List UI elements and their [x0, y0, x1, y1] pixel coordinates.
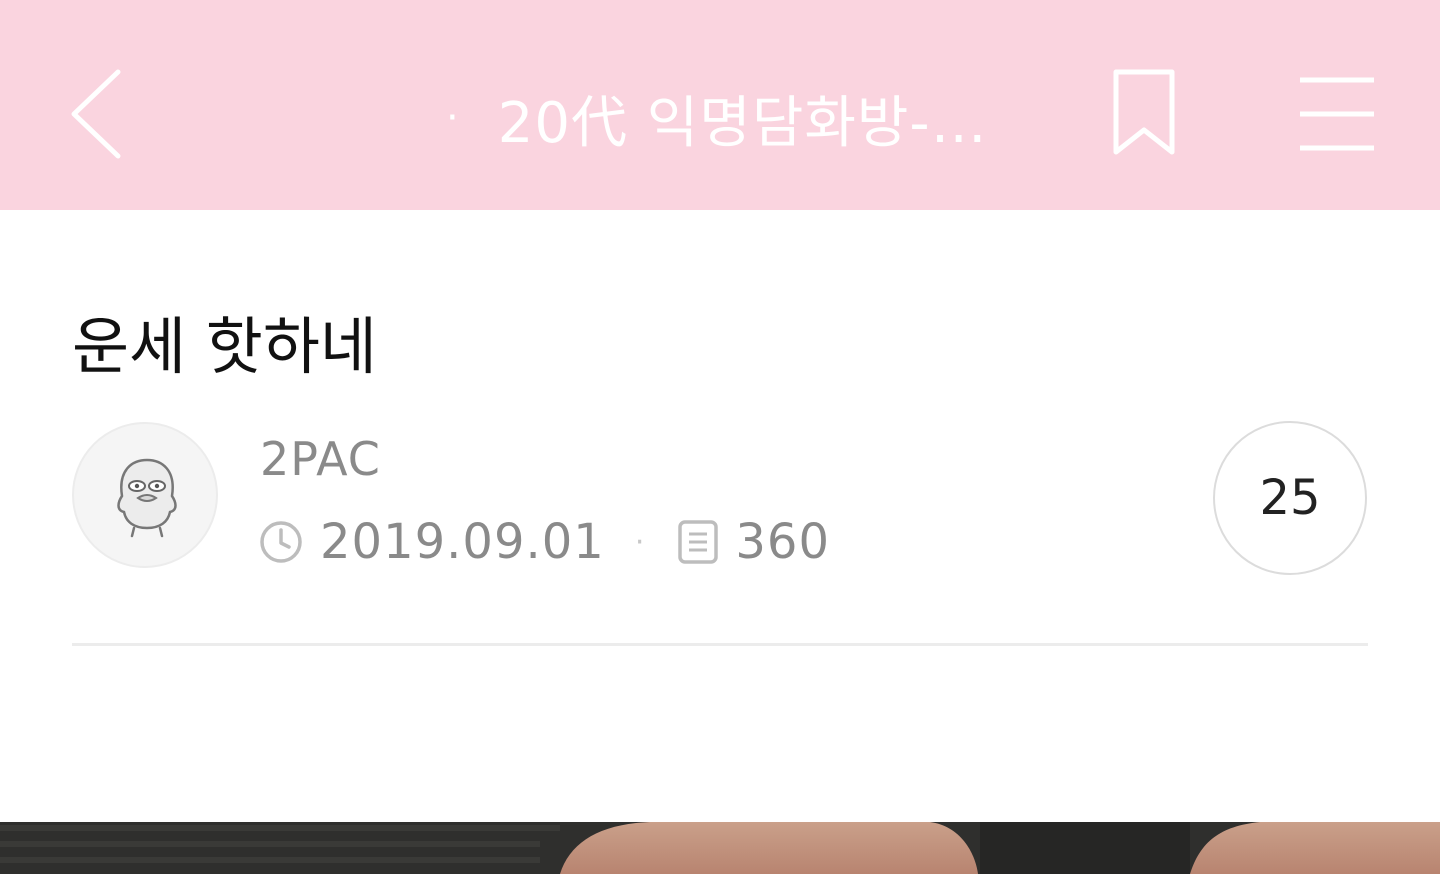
- app-header: · 20代 익명담화방-…: [0, 0, 1440, 210]
- avatar[interactable]: [72, 422, 218, 568]
- comment-count: 25: [1259, 470, 1321, 526]
- views-icon: [678, 520, 719, 564]
- bookmark-icon: [1113, 69, 1175, 155]
- character-avatar-icon: [117, 458, 177, 538]
- view-count: 360: [735, 514, 830, 570]
- bookmark-button[interactable]: [1104, 66, 1184, 162]
- menu-icon: [1300, 77, 1374, 151]
- post-date: 2019.09.01: [320, 514, 605, 570]
- comment-count-button[interactable]: 25: [1213, 421, 1367, 575]
- title-dot: ·: [446, 95, 460, 141]
- post-title: 운세 핫하네: [72, 310, 377, 383]
- menu-button[interactable]: [1292, 70, 1384, 158]
- board-title[interactable]: · 20代 익명담화방-…: [440, 74, 1040, 162]
- back-button[interactable]: [60, 62, 140, 166]
- post-content-image: [0, 822, 1440, 874]
- divider: [72, 643, 1368, 646]
- clock-icon: [260, 521, 302, 563]
- board-title-text: 20代 익명담화방-…: [497, 90, 988, 156]
- author-name[interactable]: 2PAC: [260, 432, 381, 486]
- photo-fingers-graphic: [0, 822, 1440, 874]
- meta-separator: ·: [634, 524, 646, 560]
- post-meta: 2019.09.01 · 360: [258, 512, 830, 572]
- back-icon: [71, 69, 121, 159]
